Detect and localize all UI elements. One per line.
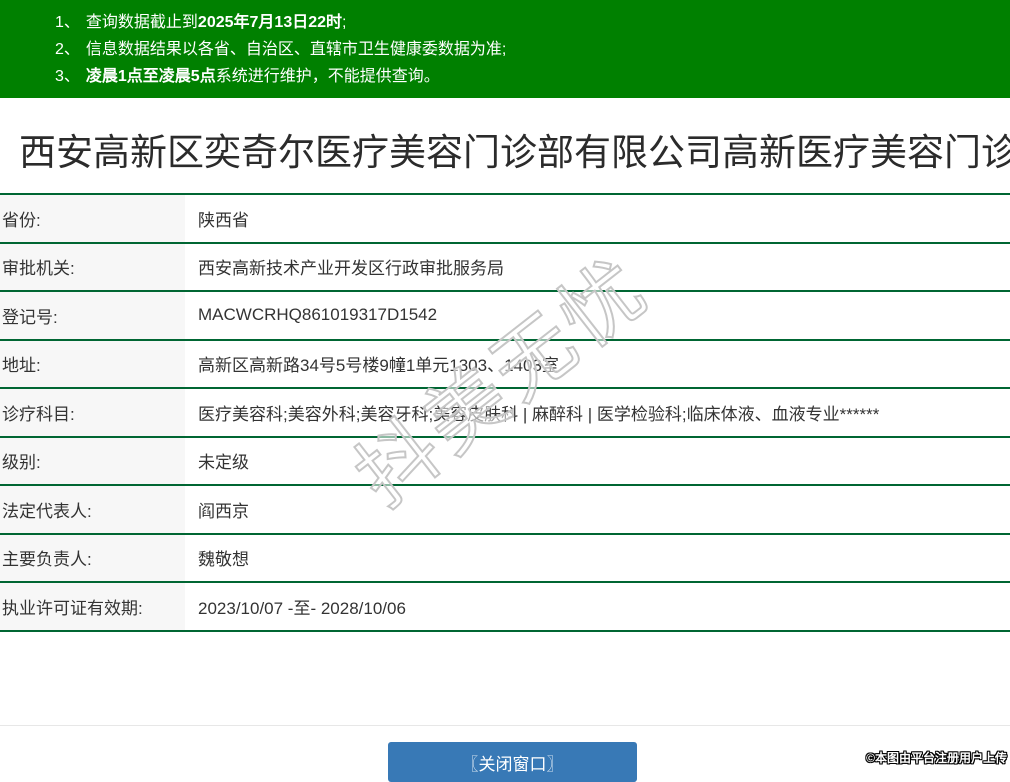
notice-line-3: 3、凌晨1点至凌晨5点系统进行维护，不能提供查询。 [55,63,1000,90]
row-value: MACWCRHQ861019317D1542 [185,292,1010,339]
table-row: 省份: 陕西省 [0,193,1010,242]
row-value: 阎西京 [185,486,1010,533]
row-value: 魏敬想 [185,535,1010,582]
table-row: 主要负责人: 魏敬想 [0,533,1010,582]
row-label: 地址: [0,341,185,388]
notice-text: 查询数据截止到 [86,14,198,31]
table-row: 登记号: MACWCRHQ861019317D1542 [0,290,1010,339]
close-window-button[interactable]: 〖关闭窗口〗 [388,742,637,782]
notice-text: 系统进行维护，不能提供查询。 [216,68,440,85]
row-label: 主要负责人: [0,535,185,582]
footer: 〖关闭窗口〗 ©本图由平台注册用户上传 [0,725,1010,771]
row-value: 陕西省 [185,195,1010,242]
credit-note: ©本图由平台注册用户上传 [866,749,1007,766]
notice-text-bold: 2025年7月13日22时 [198,14,342,31]
notice-line-1: 1、查询数据截止到2025年7月13日22时; [55,9,1000,36]
row-value: 未定级 [185,438,1010,485]
table-row: 执业许可证有效期: 2023/10/07 -至- 2028/10/06 [0,581,1010,630]
notice-number: 1、 [55,14,80,31]
notice-number: 3、 [55,68,80,85]
page-title: 西安高新区奕奇尔医疗美容门诊部有限公司高新医疗美容门诊部 [0,98,1010,193]
table-row: 审批机关: 西安高新技术产业开发区行政审批服务局 [0,242,1010,291]
row-label: 诊疗科目: [0,389,185,436]
table-row: 级别: 未定级 [0,436,1010,485]
row-label: 执业许可证有效期: [0,583,185,630]
row-value: 2023/10/07 -至- 2028/10/06 [185,583,1010,630]
notice-text-bold: 凌晨1点至凌晨5点 [86,68,216,85]
row-label: 登记号: [0,292,185,339]
row-value: 西安高新技术产业开发区行政审批服务局 [185,244,1010,291]
row-value: 医疗美容科;美容外科;美容牙科;美容皮肤科 | 麻醉科 | 医学检验科;临床体液… [185,389,1010,436]
notice-banner: 1、查询数据截止到2025年7月13日22时; 2、信息数据结果以各省、自治区、… [0,0,1010,98]
row-label: 级别: [0,438,185,485]
notice-text: ; [342,14,346,31]
row-label: 审批机关: [0,244,185,291]
info-table: 省份: 陕西省 审批机关: 西安高新技术产业开发区行政审批服务局 登记号: MA… [0,193,1010,632]
row-label: 省份: [0,195,185,242]
table-row: 诊疗科目: 医疗美容科;美容外科;美容牙科;美容皮肤科 | 麻醉科 | 医学检验… [0,387,1010,436]
row-value: 高新区高新路34号5号楼9幢1单元1303、1403室 [185,341,1010,388]
row-label: 法定代表人: [0,486,185,533]
notice-line-2: 2、信息数据结果以各省、自治区、直辖市卫生健康委数据为准; [55,36,1000,63]
table-row: 地址: 高新区高新路34号5号楼9幢1单元1303、1403室 [0,339,1010,388]
table-row: 法定代表人: 阎西京 [0,484,1010,533]
notice-number: 2、 [55,41,80,58]
notice-text: 信息数据结果以各省、自治区、直辖市卫生健康委数据为准; [86,41,506,58]
